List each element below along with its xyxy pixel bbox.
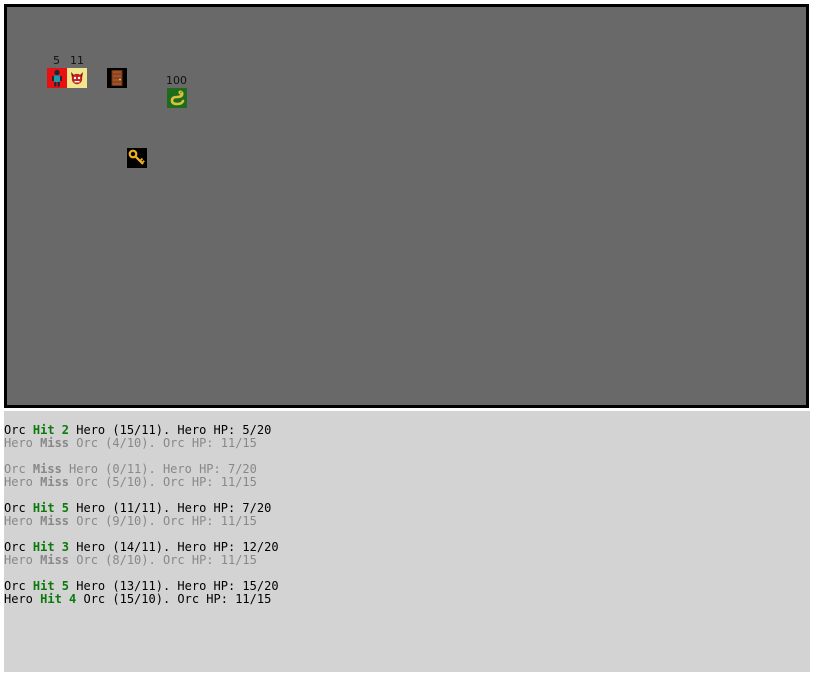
door-icon[interactable]	[107, 68, 127, 88]
log-line: Hero Miss Orc (4/10). Orc HP: 11/15	[4, 436, 257, 450]
hero-hp-label: 5	[53, 54, 60, 67]
log-line: Hero Hit 4 Orc (15/10). Orc HP: 11/15	[4, 592, 272, 606]
orc-icon[interactable]	[67, 68, 87, 88]
key-icon[interactable]	[127, 148, 147, 168]
log-line: Hero Miss Orc (9/10). Orc HP: 11/15	[4, 514, 257, 528]
log-line: Hero Miss Orc (5/10). Orc HP: 11/15	[4, 475, 257, 489]
snake-hp-label: 100	[166, 74, 187, 87]
orc-hp-label: 11	[70, 54, 84, 67]
log-line: Hero Miss Orc (8/10). Orc HP: 11/15	[4, 553, 257, 567]
combat-log: Orc Hit 2 Hero (15/11). Hero HP: 5/20 He…	[4, 411, 810, 672]
snake-icon[interactable]	[167, 88, 187, 108]
game-board[interactable]: 5 11 100	[4, 4, 809, 408]
hero-icon[interactable]	[47, 68, 67, 88]
